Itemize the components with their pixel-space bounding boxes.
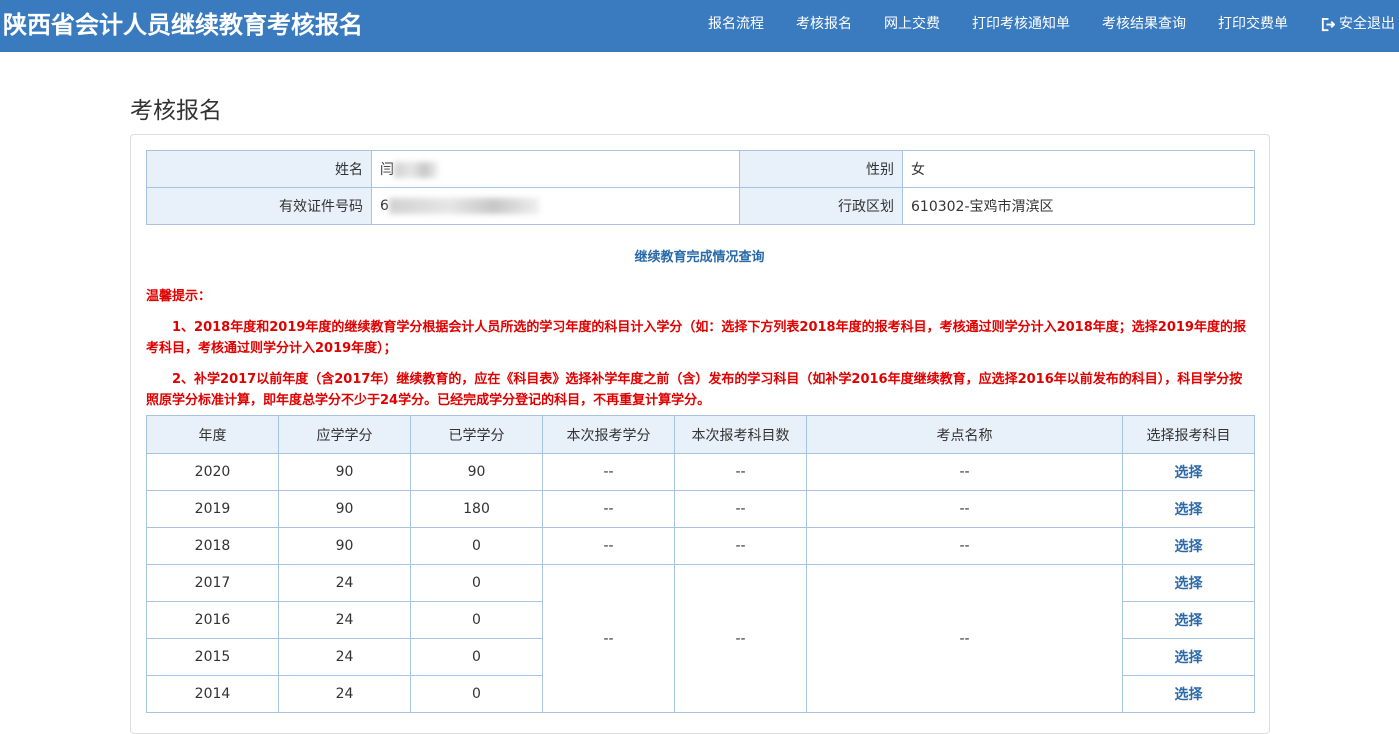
year-cell: 2014 xyxy=(146,675,279,713)
tips-section: 温馨提示： 1、2018年度和2019年度的继续教育学分根据会计人员所选的学习年… xyxy=(146,286,1254,421)
required-credits-cell: 90 xyxy=(278,453,411,491)
tips-title: 温馨提示： xyxy=(146,289,212,304)
id-number-label: 有效证件号码 xyxy=(146,187,372,225)
education-status-query-link[interactable]: 继续教育完成情况查询 xyxy=(0,246,1399,265)
col-header-year: 年度 xyxy=(146,415,279,454)
col-header-exam-site: 考点名称 xyxy=(806,415,1123,454)
nav-print-exam-notice[interactable]: 打印考核通知单 xyxy=(972,13,1070,35)
col-header-exam-credits: 本次报考学分 xyxy=(542,415,675,454)
year-cell: 2020 xyxy=(146,453,279,491)
table-header-row: 年度 应学学分 已学学分 本次报考学分 本次报考科目数 考点名称 选择报考科目 xyxy=(146,415,1255,454)
top-navbar: 陕西省会计人员继续教育考核报名 报名流程 考核报名 网上交费 打印考核通知单 考… xyxy=(0,0,1399,52)
name-label: 姓名 xyxy=(146,150,372,188)
site-title: 陕西省会计人员继续教育考核报名 xyxy=(3,11,363,39)
page-title: 考核报名 xyxy=(130,98,222,124)
col-header-select-subject: 选择报考科目 xyxy=(1122,415,1255,454)
year-cell: 2018 xyxy=(146,527,279,565)
table-row: 2019 90 180 -- -- -- 选择 xyxy=(146,490,1255,528)
exam-credits-cell: -- xyxy=(542,527,675,565)
col-header-subject-count: 本次报考科目数 xyxy=(674,415,807,454)
gender-value: 女 xyxy=(902,150,1255,188)
personal-info-table: 姓名 闫 性别 女 有效证件号码 6 行政区划 610302-宝鸡市渭滨区 xyxy=(146,150,1255,225)
id-number-text: 6 xyxy=(380,198,389,214)
region-value: 610302-宝鸡市渭滨区 xyxy=(902,187,1255,225)
earned-credits-cell: 0 xyxy=(410,675,543,713)
id-number-value: 6 xyxy=(371,187,740,225)
col-header-earned-credits: 已学学分 xyxy=(410,415,543,454)
earned-credits-cell: 0 xyxy=(410,527,543,565)
select-subject-link[interactable]: 选择 xyxy=(1122,527,1255,565)
tip-1: 1、2018年度和2019年度的继续教育学分根据会计人员所选的学习年度的科目计入… xyxy=(146,320,1246,356)
exam-credits-merged-cell: -- xyxy=(542,564,675,713)
earned-credits-cell: 0 xyxy=(410,601,543,639)
info-row-1: 姓名 闫 性别 女 xyxy=(146,150,1255,188)
blurred-redaction xyxy=(388,198,539,214)
table-row: 2017 24 0 -- -- -- 选择 xyxy=(146,564,1255,713)
exam-site-merged-cell: -- xyxy=(806,564,1123,713)
year-cell: 2016 xyxy=(146,601,279,639)
year-cell: 2015 xyxy=(146,638,279,676)
region-label: 行政区划 xyxy=(739,187,903,225)
required-credits-cell: 24 xyxy=(278,601,411,639)
subject-count-cell: -- xyxy=(674,490,807,528)
exam-site-cell: -- xyxy=(806,527,1123,565)
logout-label: 安全退出 xyxy=(1339,16,1395,32)
nav-online-payment[interactable]: 网上交费 xyxy=(884,13,940,35)
select-subject-link[interactable]: 选择 xyxy=(1122,453,1255,491)
nav-exam-registration[interactable]: 考核报名 xyxy=(796,13,852,35)
required-credits-cell: 24 xyxy=(278,675,411,713)
required-credits-cell: 24 xyxy=(278,564,411,602)
earned-credits-cell: 0 xyxy=(410,564,543,602)
blurred-redaction xyxy=(394,162,438,178)
exam-registration-table: 年度 应学学分 已学学分 本次报考学分 本次报考科目数 考点名称 选择报考科目 … xyxy=(146,415,1255,713)
logout-icon xyxy=(1321,17,1335,31)
col-header-required-credits: 应学学分 xyxy=(278,415,411,454)
earned-credits-cell: 0 xyxy=(410,638,543,676)
earned-credits-cell: 180 xyxy=(410,490,543,528)
table-row: 2020 90 90 -- -- -- 选择 xyxy=(146,453,1255,491)
select-subject-link[interactable]: 选择 xyxy=(1122,490,1255,528)
subject-count-merged-cell: -- xyxy=(674,564,807,713)
select-subject-link[interactable]: 选择 xyxy=(1122,601,1255,639)
info-row-2: 有效证件号码 6 行政区划 610302-宝鸡市渭滨区 xyxy=(146,187,1255,225)
logout-button[interactable]: 安全退出 xyxy=(1320,13,1395,35)
year-cell: 2019 xyxy=(146,490,279,528)
exam-credits-cell: -- xyxy=(542,453,675,491)
exam-credits-cell: -- xyxy=(542,490,675,528)
gender-label: 性别 xyxy=(739,150,903,188)
exam-site-cell: -- xyxy=(806,453,1123,491)
exam-site-cell: -- xyxy=(806,490,1123,528)
nav-print-payment-slip[interactable]: 打印交费单 xyxy=(1218,13,1288,35)
name-text: 闫 xyxy=(380,162,394,178)
required-credits-cell: 24 xyxy=(278,638,411,676)
nav-exam-result-query[interactable]: 考核结果查询 xyxy=(1102,13,1186,35)
name-value: 闫 xyxy=(371,150,740,188)
nav-registration-process[interactable]: 报名流程 xyxy=(708,13,764,35)
table-row: 2018 90 0 -- -- -- 选择 xyxy=(146,527,1255,565)
year-cell: 2017 xyxy=(146,564,279,602)
subject-count-cell: -- xyxy=(674,453,807,491)
select-subject-link[interactable]: 选择 xyxy=(1122,564,1255,602)
earned-credits-cell: 90 xyxy=(410,453,543,491)
select-subject-link[interactable]: 选择 xyxy=(1122,638,1255,676)
tip-2: 2、补学2017以前年度（含2017年）继续教育的，应在《科目表》选择补学年度之… xyxy=(146,372,1243,408)
required-credits-cell: 90 xyxy=(278,527,411,565)
subject-count-cell: -- xyxy=(674,527,807,565)
select-subject-link[interactable]: 选择 xyxy=(1122,675,1255,713)
required-credits-cell: 90 xyxy=(278,490,411,528)
